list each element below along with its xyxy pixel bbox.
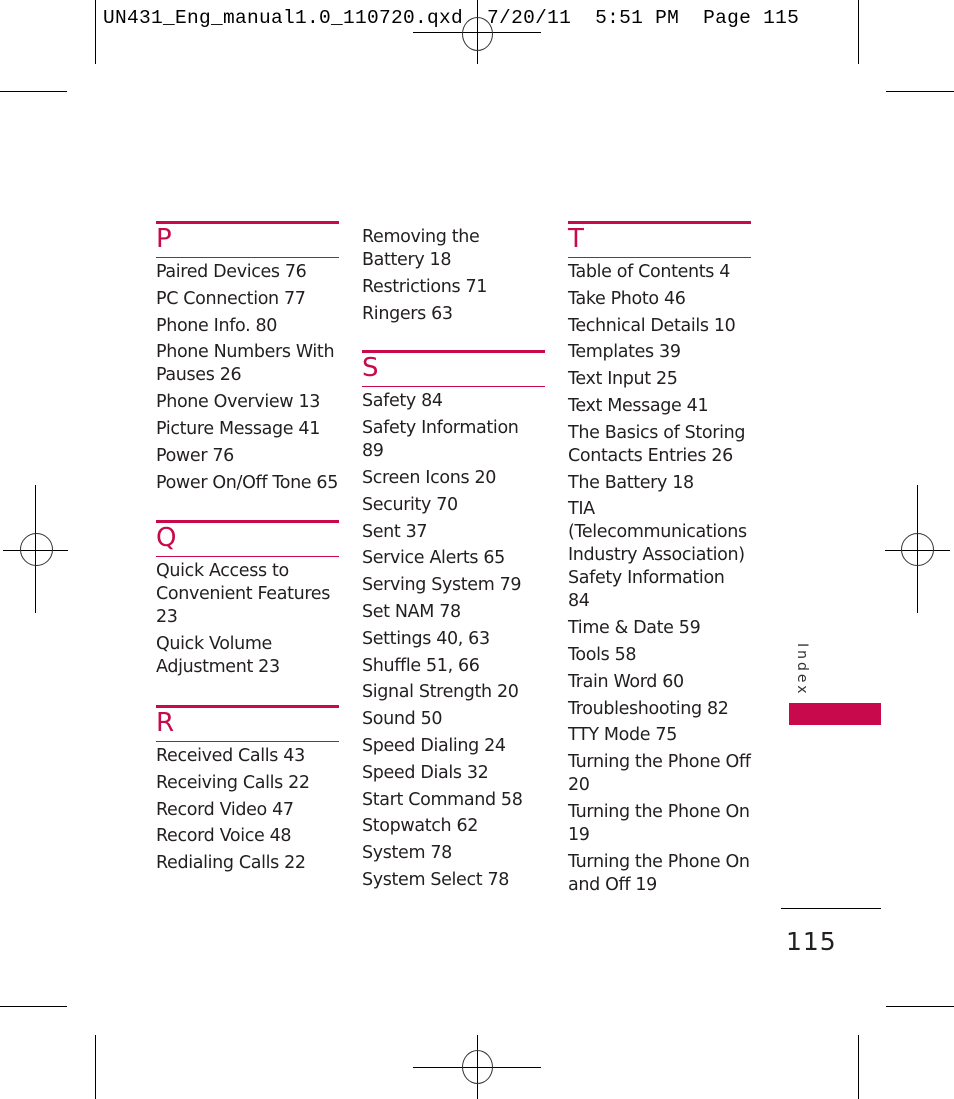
- crop-mark: [0, 91, 67, 92]
- entry-list: Table of Contents 4 Take Photo 46 Technica…: [568, 261, 751, 897]
- index-entry: Record Voice 48: [156, 826, 292, 847]
- index-entry: Ringers 63: [362, 303, 453, 324]
- index-entry: Sent 37: [362, 521, 428, 542]
- index-entry: Redialing Calls 22: [156, 853, 306, 874]
- index-entry: Table of Contents 4: [568, 262, 731, 282]
- crop-mark: [858, 0, 859, 64]
- index-entry: Serving System 79: [362, 575, 522, 596]
- crop-mark: [886, 91, 954, 92]
- side-tab-marker: [789, 703, 881, 725]
- crop-mark: [886, 1006, 954, 1007]
- index-entry: System 78: [362, 843, 452, 864]
- index-entry: Restrictions 71: [362, 276, 488, 297]
- index-section-q: Q Quick Access to Convenient Features 23…: [156, 520, 339, 679]
- side-tab-label: Index: [794, 643, 810, 697]
- entry-list: Quick Access to Convenient Features 23 Qu…: [156, 560, 339, 679]
- index-entry: Start Command 58: [362, 789, 523, 810]
- index-entry: Turning the Phone Off 20: [568, 752, 751, 796]
- index-entry: Text Message 41: [568, 395, 709, 416]
- slug-line: UN431_Eng_manual1.0_110720.qxd 7/20/11 5…: [103, 7, 800, 29]
- index-entry: Phone Numbers With Pauses 26: [156, 342, 335, 386]
- continued-entry-list: Removing the Battery 18 Restrictions 71 Ri…: [362, 226, 545, 326]
- index-entry: Settings 40, 63: [362, 628, 490, 649]
- index-entry: Paired Devices 76: [156, 262, 307, 282]
- index-entry: Security 70: [362, 494, 458, 515]
- index-entry: TTY Mode 75: [568, 725, 677, 746]
- index-entry: Picture Message 41: [156, 418, 320, 439]
- index-section-s: S Safety 84 Safety Information 89 Screen I…: [362, 350, 545, 892]
- index-entry: PC Connection 77: [156, 288, 306, 309]
- entry-list: Received Calls 43 Receiving Calls 22 Recor…: [156, 745, 339, 875]
- index-entry: Take Photo 46: [568, 288, 686, 309]
- index-entry: Power On/Off Tone 65: [156, 472, 339, 493]
- crop-mark: [858, 1035, 859, 1099]
- index-entry: Screen Icons 20: [362, 467, 497, 488]
- section-letter: P: [156, 224, 172, 254]
- index-entry: TIA (Telecommunications Industry Associa…: [568, 499, 747, 612]
- index-entry: Time & Date 59: [568, 618, 701, 639]
- crop-mark: [95, 1035, 96, 1099]
- index-entry: The Basics of Storing Contacts Entries 2…: [568, 422, 746, 466]
- index-entry: Shuffle 51, 66: [362, 655, 480, 676]
- index-section-p: P Paired Devices 76 PC Connection 77 Phone…: [156, 221, 339, 495]
- section-letter: Q: [156, 523, 177, 554]
- index-column-3: T Table of Contents 4 Take Photo 46 Techni…: [568, 221, 751, 901]
- index-entry: Power 76: [156, 445, 234, 466]
- index-entry: Speed Dialing 24: [362, 735, 506, 756]
- section-rule-bottom: [568, 257, 751, 258]
- index-entry: Tools 58: [568, 644, 637, 665]
- index-entry: Sound 50: [362, 709, 443, 730]
- index-entry: Set NAM 78: [362, 601, 461, 622]
- index-entry: Received Calls 43: [156, 745, 305, 766]
- index-section-t: T Table of Contents 4 Take Photo 46 Techni…: [568, 221, 751, 897]
- section-letter: T: [568, 224, 584, 254]
- folio-rule: [781, 908, 881, 909]
- index-entry: Turning the Phone On 19: [568, 801, 750, 845]
- index-entry: Record Video 47: [156, 799, 294, 820]
- index-entry: Receiving Calls 22: [156, 772, 310, 793]
- index-section-r: R Received Calls 43 Receiving Calls 22 Rec…: [156, 704, 339, 875]
- index-entry: Quick Access to Convenient Features 23: [156, 561, 330, 628]
- index-entry: Stopwatch 62: [362, 816, 479, 837]
- index-entry: Turning the Phone On and Off 19: [568, 851, 750, 895]
- entry-list: Safety 84 Safety Information 89 Screen Ico…: [362, 390, 545, 892]
- index-entry: Signal Strength 20: [362, 682, 519, 703]
- section-letter: S: [362, 353, 379, 384]
- index-entry: Phone Overview 13: [156, 392, 321, 413]
- section-rule-bottom: [156, 556, 339, 558]
- index-entry: Safety Information 89: [362, 418, 519, 462]
- index-entry: Train Word 60: [568, 671, 684, 692]
- section-rule-bottom: [156, 740, 339, 742]
- index-entry: Text Input 25: [568, 369, 678, 390]
- index-entry: Phone Info. 80: [156, 315, 278, 336]
- page-number: 115: [786, 927, 837, 956]
- index-entry: Service Alerts 65: [362, 548, 505, 569]
- index-entry: Speed Dials 32: [362, 762, 489, 783]
- entry-list: Paired Devices 76 PC Connection 77 Phone I…: [156, 261, 339, 495]
- index-column-2: Removing the Battery 18 Restrictions 71 Ri…: [362, 226, 545, 896]
- section-letter: R: [156, 707, 175, 738]
- index-entry: Templates 39: [568, 342, 681, 363]
- section-rule-bottom: [362, 386, 545, 388]
- index-entry: Removing the Battery 18: [362, 227, 480, 270]
- index-entry: The Battery 18: [568, 472, 694, 493]
- crop-mark: [95, 0, 96, 64]
- index-column-1: P Paired Devices 76 PC Connection 77 Phone…: [156, 221, 339, 879]
- index-entry: Quick Volume Adjustment 23: [156, 634, 280, 678]
- index-entry: Troubleshooting 82: [568, 698, 729, 719]
- section-rule-bottom: [156, 257, 339, 258]
- index-entry: Technical Details 10: [568, 315, 736, 336]
- index-entry: Safety 84: [362, 391, 443, 412]
- crop-mark: [0, 1006, 67, 1007]
- index-entry: System Select 78: [362, 869, 510, 890]
